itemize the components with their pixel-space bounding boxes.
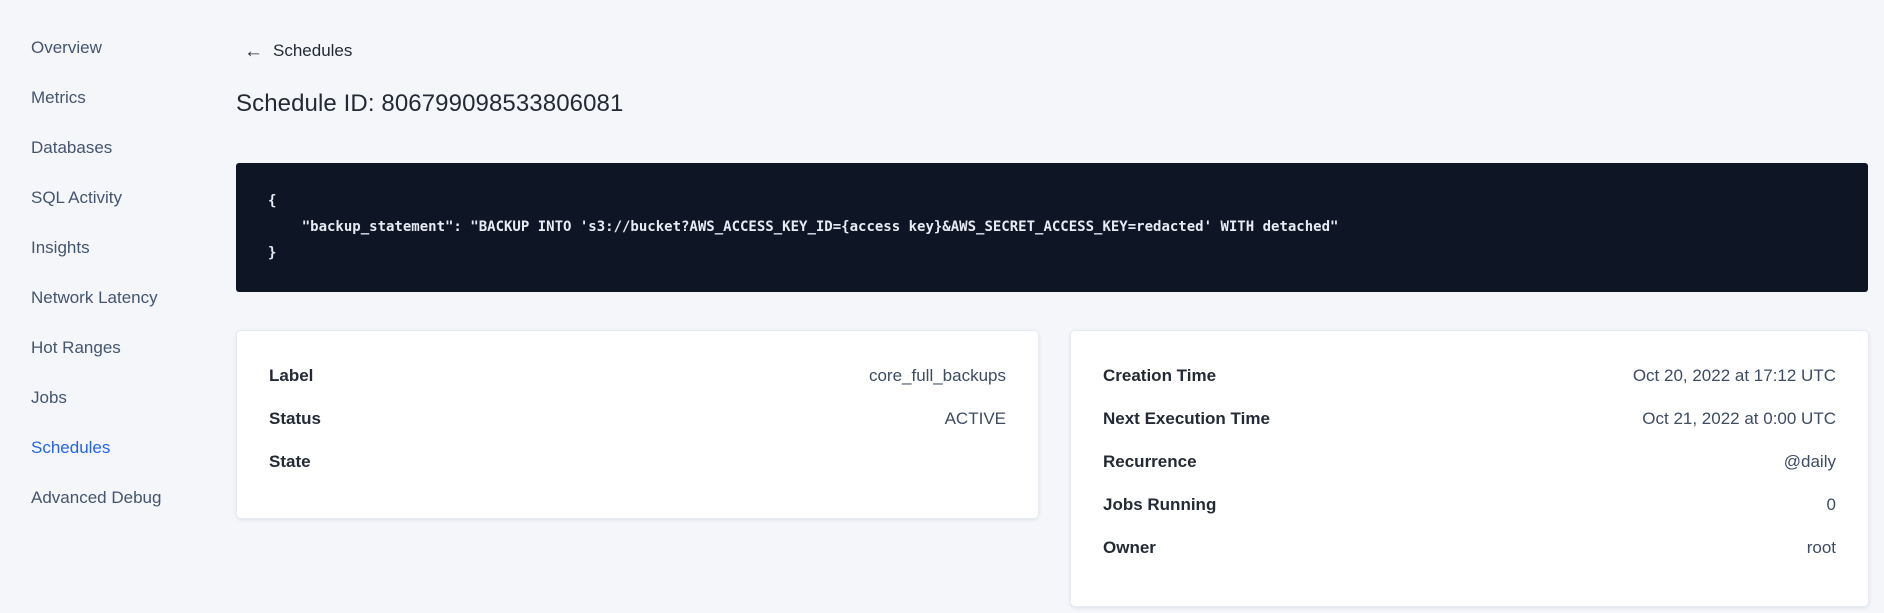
- detail-row-label: State: [269, 451, 311, 471]
- main-content: ← Schedules Schedule ID: 806799098533806…: [236, 0, 1869, 613]
- detail-row-value: root: [1806, 537, 1836, 557]
- sidebar-item[interactable]: Metrics: [0, 73, 204, 123]
- sidebar-item[interactable]: SQL Activity: [0, 173, 204, 223]
- detail-row-value: 0: [1826, 494, 1836, 514]
- detail-row: Next Execution Time Oct 21, 2022 at 0:00…: [1103, 397, 1836, 440]
- detail-row-label: Jobs Running: [1103, 494, 1217, 514]
- detail-row-label: Status: [269, 408, 321, 428]
- backup-statement-text: { "backup_statement": "BACKUP INTO 's3:/…: [268, 193, 1339, 261]
- detail-row: Recurrence @daily: [1103, 440, 1836, 483]
- detail-row: Owner root: [1103, 526, 1836, 569]
- detail-row: Status ACTIVE: [269, 397, 1006, 440]
- back-arrow-icon: ←: [244, 40, 263, 62]
- sidebar-item[interactable]: Hot Ranges: [0, 323, 204, 373]
- sidebar-item[interactable]: Advanced Debug: [0, 473, 204, 523]
- sidebar-item[interactable]: Schedules: [0, 423, 204, 473]
- sidebar-item[interactable]: Network Latency: [0, 273, 204, 323]
- schedule-details-card: Label core_full_backups Status ACTIVE St…: [236, 330, 1039, 519]
- detail-row: Jobs Running 0: [1103, 483, 1836, 526]
- sidebar-item[interactable]: Jobs: [0, 373, 204, 423]
- detail-row-value: @daily: [1783, 451, 1836, 471]
- back-to-schedules-link[interactable]: ← Schedules: [244, 41, 352, 61]
- detail-row-label: Creation Time: [1103, 365, 1217, 385]
- back-link-label: Schedules: [273, 41, 353, 60]
- sidebar-item[interactable]: Databases: [0, 123, 204, 173]
- sidebar-item[interactable]: Overview: [0, 23, 204, 73]
- detail-row-value: Oct 20, 2022 at 17:12 UTC: [1632, 365, 1836, 385]
- detail-row-value: ACTIVE: [944, 408, 1006, 428]
- sidebar-nav: Overview Metrics Databases SQL Activity …: [0, 23, 204, 523]
- detail-row: Creation Time Oct 20, 2022 at 17:12 UTC: [1103, 354, 1836, 397]
- sidebar-item[interactable]: Insights: [0, 223, 204, 273]
- detail-row: Label core_full_backups: [269, 354, 1006, 397]
- detail-row-value: core_full_backups: [868, 365, 1006, 385]
- detail-row-value: Oct 21, 2022 at 0:00 UTC: [1642, 408, 1836, 428]
- detail-row-label: Recurrence: [1103, 451, 1197, 471]
- detail-row: State: [269, 440, 1006, 483]
- detail-row-label: Label: [269, 365, 314, 385]
- backup-statement-code-block: { "backup_statement": "BACKUP INTO 's3:/…: [236, 163, 1868, 292]
- detail-row-label: Owner: [1103, 537, 1156, 557]
- detail-row-label: Next Execution Time: [1103, 408, 1270, 428]
- page-title: Schedule ID: 806799098533806081: [236, 90, 624, 117]
- schedule-timing-card: Creation Time Oct 20, 2022 at 17:12 UTC …: [1070, 330, 1869, 607]
